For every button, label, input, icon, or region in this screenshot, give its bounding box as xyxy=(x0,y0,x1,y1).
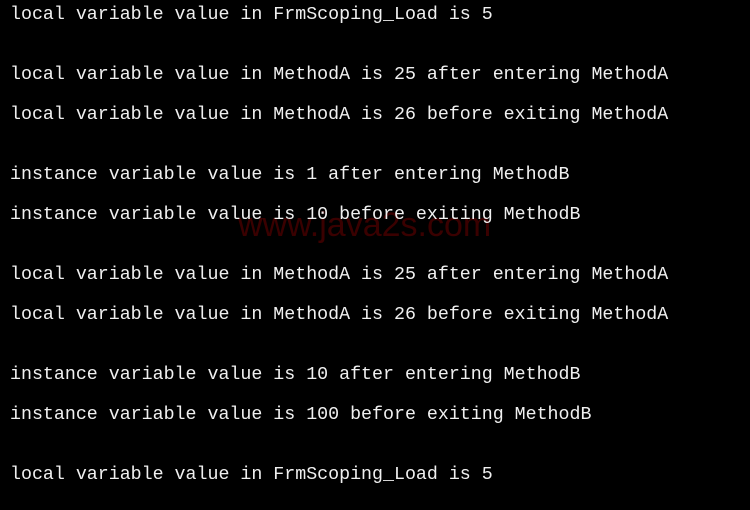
output-line: local variable value in MethodA is 25 af… xyxy=(10,265,669,285)
output-line: instance variable value is 10 after ente… xyxy=(10,365,581,385)
output-line: local variable value in MethodA is 26 be… xyxy=(10,305,669,325)
output-line: instance variable value is 10 before exi… xyxy=(10,205,581,225)
output-line: local variable value in FrmScoping_Load … xyxy=(10,5,493,25)
output-line: instance variable value is 100 before ex… xyxy=(10,405,592,425)
output-line: local variable value in MethodA is 25 af… xyxy=(10,65,669,85)
output-line: local variable value in FrmScoping_Load … xyxy=(10,465,493,485)
output-line: local variable value in MethodA is 26 be… xyxy=(10,105,669,125)
output-line: instance variable value is 1 after enter… xyxy=(10,165,570,185)
